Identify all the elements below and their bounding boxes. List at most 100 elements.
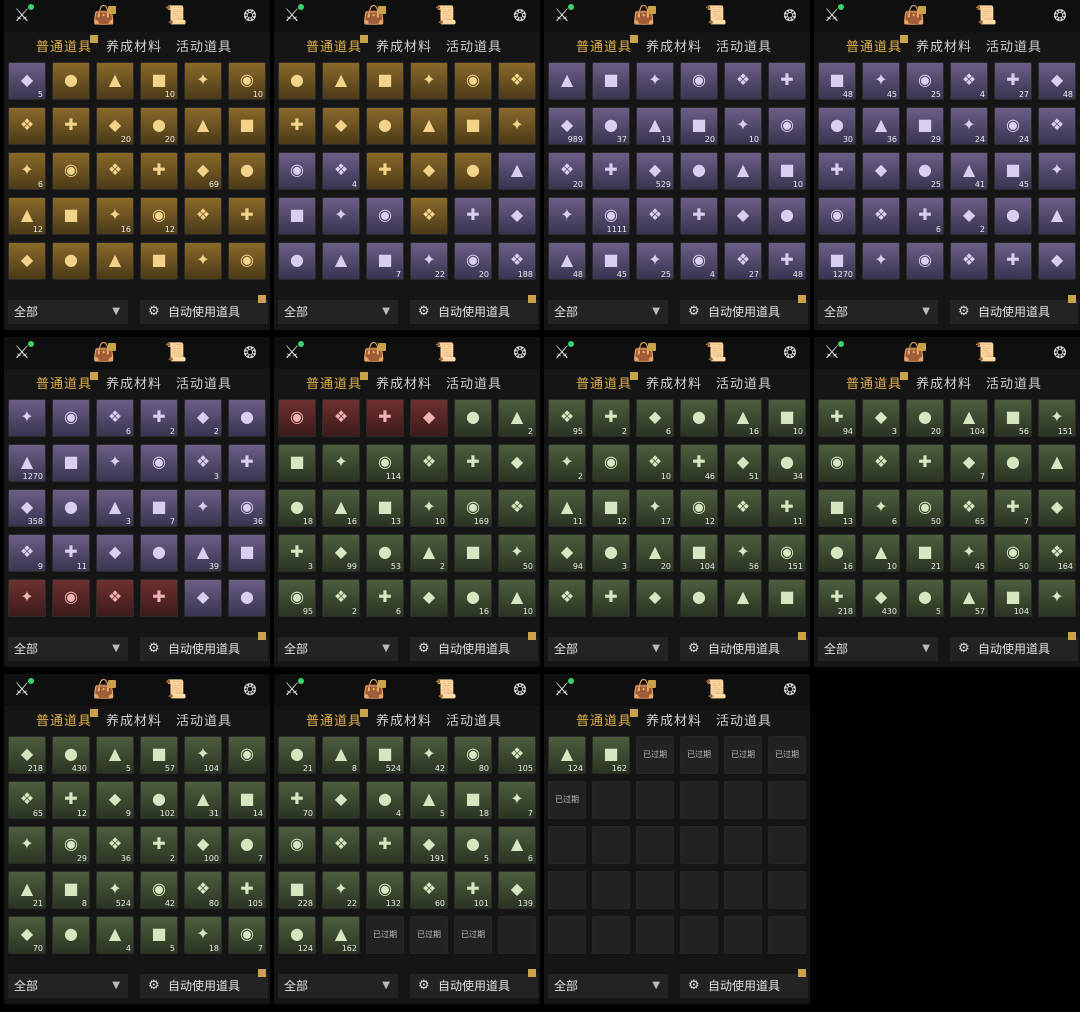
item-slot[interactable]: ✦ 18 [184, 916, 222, 954]
item-bag-icon[interactable]: 👜 [362, 4, 386, 28]
item-slot[interactable]: ● [228, 152, 266, 190]
item-slot[interactable]: ✚ 218 [818, 579, 856, 617]
item-slot[interactable]: ✦ 22 [322, 871, 360, 909]
gem-icon[interactable]: ❂ [508, 4, 532, 28]
auto-use-button[interactable]: ⚙ 自动使用道具 [140, 295, 268, 324]
item-slot[interactable]: ◆ [184, 579, 222, 617]
item-slot[interactable]: ◉ 24 [994, 107, 1032, 145]
tab-normal-items[interactable]: 普通道具 [306, 372, 369, 392]
gem-icon[interactable]: ❂ [238, 678, 262, 702]
item-slot[interactable]: ▲ [1038, 444, 1076, 482]
item-slot[interactable]: ❖ [548, 579, 586, 617]
item-slot[interactable]: ✚ 3 [278, 534, 316, 572]
item-slot[interactable]: ■ [52, 197, 90, 235]
item-slot[interactable]: ✚ [366, 152, 404, 190]
item-slot[interactable]: ✚ 105 [228, 871, 266, 909]
item-slot[interactable]: ❖ 4 [322, 152, 360, 190]
item-slot[interactable]: ✚ [228, 197, 266, 235]
crossed-swords-icon[interactable]: ⚔ [280, 678, 304, 702]
item-slot[interactable]: ❖ [950, 242, 988, 280]
item-slot[interactable]: ◉ 80 [454, 736, 492, 774]
item-slot[interactable]: ◆ 218 [8, 736, 46, 774]
tab-growth-materials[interactable]: 养成材料 [376, 373, 432, 392]
item-slot[interactable]: ■ [228, 107, 266, 145]
item-slot[interactable]: ▲ 162 [322, 916, 360, 954]
item-slot[interactable]: ● [228, 399, 266, 437]
item-slot[interactable]: ✚ 70 [278, 781, 316, 819]
item-slot[interactable]: ✚ 12 [52, 781, 90, 819]
item-slot[interactable]: ✦ [862, 242, 900, 280]
filter-dropdown[interactable]: 全部 ▼ [548, 637, 668, 661]
item-slot[interactable]: ■ 8 [52, 871, 90, 909]
item-slot[interactable]: ◉ 12 [140, 197, 178, 235]
item-slot[interactable]: ▲ 48 [548, 242, 586, 280]
tab-normal-items[interactable]: 普通道具 [306, 35, 369, 55]
item-slot[interactable]: ● 124 [278, 916, 316, 954]
item-slot[interactable]: ▲ 20 [636, 534, 674, 572]
item-slot[interactable]: ✚ [140, 152, 178, 190]
item-slot[interactable]: ■ 1270 [818, 242, 856, 280]
item-slot[interactable]: ✦ 6 [862, 489, 900, 527]
item-slot[interactable]: ■ 21 [906, 534, 944, 572]
scroll-icon[interactable]: 📜 [434, 4, 458, 28]
item-slot[interactable]: ● 102 [140, 781, 178, 819]
item-slot[interactable]: ■ [454, 534, 492, 572]
item-slot[interactable]: ✚ 11 [52, 534, 90, 572]
item-slot[interactable]: ▲ 3 [96, 489, 134, 527]
item-slot[interactable]: ● [366, 107, 404, 145]
item-slot[interactable]: ◆ 358 [8, 489, 46, 527]
item-slot[interactable]: ✦ [636, 62, 674, 100]
crossed-swords-icon[interactable]: ⚔ [550, 341, 574, 365]
item-slot[interactable]: ■ [768, 579, 806, 617]
item-slot[interactable]: ✚ [278, 107, 316, 145]
item-slot[interactable]: ▲ 5 [410, 781, 448, 819]
item-slot[interactable]: ✦ 50 [498, 534, 536, 572]
item-slot[interactable]: ✚ [454, 444, 492, 482]
item-slot[interactable]: ❖ [636, 197, 674, 235]
item-slot[interactable]: ■ 45 [994, 152, 1032, 190]
item-slot[interactable]: ◆ [8, 242, 46, 280]
item-bag-icon[interactable]: 👜 [92, 341, 116, 365]
item-slot[interactable]: ✦ 151 [1038, 399, 1076, 437]
item-slot[interactable]: ■ [366, 62, 404, 100]
item-slot[interactable]: ◆ 3 [862, 399, 900, 437]
item-slot[interactable]: ◆ [1038, 489, 1076, 527]
item-slot[interactable]: ◆ 9 [96, 781, 134, 819]
crossed-swords-icon[interactable]: ⚔ [10, 4, 34, 28]
item-slot[interactable]: ✦ 524 [96, 871, 134, 909]
item-slot[interactable]: ◆ 430 [862, 579, 900, 617]
scroll-icon[interactable]: 📜 [974, 4, 998, 28]
empty-slot[interactable]: 已过期 [366, 916, 404, 954]
tab-normal-items[interactable]: 普通道具 [576, 709, 639, 729]
item-slot[interactable]: ◉ 50 [994, 534, 1032, 572]
item-slot[interactable]: ✦ [8, 399, 46, 437]
item-slot[interactable]: ■ 162 [592, 736, 630, 774]
item-slot[interactable]: ❖ 80 [184, 871, 222, 909]
auto-use-button[interactable]: ⚙ 自动使用道具 [680, 632, 808, 661]
item-slot[interactable]: ◉ [278, 826, 316, 864]
item-slot[interactable]: ❖ 65 [8, 781, 46, 819]
item-slot[interactable]: ◆ 529 [636, 152, 674, 190]
item-slot[interactable]: ✦ [498, 107, 536, 145]
item-slot[interactable]: ▲ 13 [636, 107, 674, 145]
item-slot[interactable]: ◉ 95 [278, 579, 316, 617]
item-slot[interactable]: ✚ 6 [366, 579, 404, 617]
item-slot[interactable]: ▲ 5 [96, 736, 134, 774]
item-slot[interactable]: ✦ 10 [724, 107, 762, 145]
scroll-icon[interactable]: 📜 [974, 341, 998, 365]
item-slot[interactable]: ● [52, 916, 90, 954]
scroll-icon[interactable]: 📜 [164, 678, 188, 702]
item-slot[interactable]: ◉ 7 [228, 916, 266, 954]
item-slot[interactable]: ◆ 5 [8, 62, 46, 100]
scroll-icon[interactable]: 📜 [704, 341, 728, 365]
item-slot[interactable]: ✦ 42 [410, 736, 448, 774]
item-slot[interactable]: ● [278, 242, 316, 280]
crossed-swords-icon[interactable]: ⚔ [550, 678, 574, 702]
auto-use-button[interactable]: ⚙ 自动使用道具 [950, 632, 1078, 661]
item-slot[interactable]: ▲ 12 [8, 197, 46, 235]
item-slot[interactable]: ▲ [96, 242, 134, 280]
tab-event-items[interactable]: 活动道具 [986, 373, 1042, 392]
item-slot[interactable]: ◉ [52, 579, 90, 617]
filter-dropdown[interactable]: 全部 ▼ [8, 300, 128, 324]
item-slot[interactable]: ◆ 989 [548, 107, 586, 145]
